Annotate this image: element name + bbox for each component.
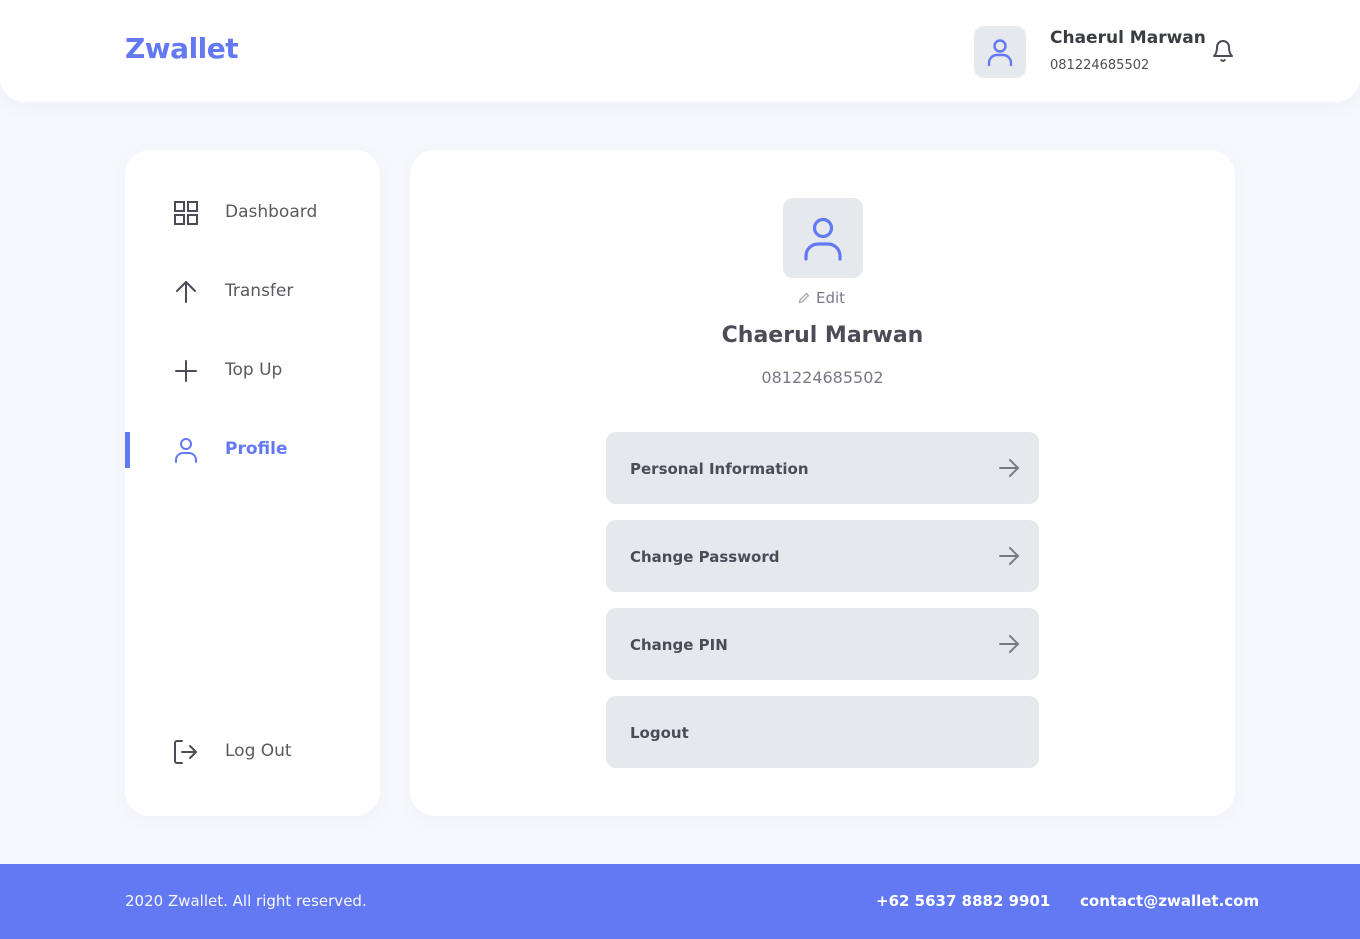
top-header: Zwallet Chaerul Marwan 081224685502 xyxy=(0,0,1360,102)
sidebar-item-dashboard[interactable]: Dashboard xyxy=(125,195,380,231)
menu-button-label: Personal Information xyxy=(630,460,809,478)
grid-icon xyxy=(174,201,198,225)
arrow-up-icon xyxy=(176,281,196,303)
header-user-name: Chaerul Marwan xyxy=(1050,28,1206,48)
edit-profile-link[interactable]: Edit xyxy=(798,289,845,307)
profile-avatar[interactable] xyxy=(783,198,863,278)
menu-button-label: Change Password xyxy=(630,548,780,566)
sidebar-item-profile[interactable]: Profile xyxy=(125,432,380,468)
personal-information-button[interactable]: Personal Information xyxy=(606,432,1039,504)
bell-icon[interactable] xyxy=(1210,38,1236,66)
arrow-right-icon xyxy=(999,459,1019,477)
sidebar: Dashboard Transfer Top Up Profile Log Ou… xyxy=(125,150,380,816)
sidebar-item-topup[interactable]: Top Up xyxy=(125,353,380,389)
header-user-phone: 081224685502 xyxy=(1050,58,1150,73)
header-avatar[interactable] xyxy=(974,26,1026,78)
change-pin-button[interactable]: Change PIN xyxy=(606,608,1039,680)
profile-name: Chaerul Marwan xyxy=(721,323,924,348)
sidebar-item-label: Log Out xyxy=(225,741,292,761)
menu-button-label: Logout xyxy=(630,724,689,742)
user-icon xyxy=(987,39,1013,67)
plus-icon xyxy=(175,360,197,382)
profile-card: Edit Chaerul Marwan 081224685502 Persona… xyxy=(410,150,1235,816)
user-icon xyxy=(175,438,197,463)
sidebar-item-logout[interactable]: Log Out xyxy=(125,734,380,770)
change-password-button[interactable]: Change Password xyxy=(606,520,1039,592)
footer-email[interactable]: contact@zwallet.com xyxy=(1080,892,1259,910)
logout-button[interactable]: Logout xyxy=(606,696,1039,768)
arrow-right-icon xyxy=(999,547,1019,565)
footer-phone[interactable]: +62 5637 8882 9901 xyxy=(876,892,1050,910)
user-icon xyxy=(804,217,842,261)
pencil-icon xyxy=(798,292,810,304)
edit-label: Edit xyxy=(816,289,846,307)
sidebar-item-label: Dashboard xyxy=(225,202,318,222)
sidebar-item-transfer[interactable]: Transfer xyxy=(125,274,380,310)
menu-button-label: Change PIN xyxy=(630,636,728,654)
copyright-text: 2020 Zwallet. All right reserved. xyxy=(125,892,367,910)
sidebar-item-label: Transfer xyxy=(225,281,294,301)
profile-phone: 081224685502 xyxy=(761,368,884,387)
brand-logo[interactable]: Zwallet xyxy=(125,32,239,65)
arrow-right-icon xyxy=(999,635,1019,653)
sidebar-item-label: Top Up xyxy=(225,360,283,380)
active-indicator xyxy=(125,432,130,468)
logout-icon xyxy=(174,740,197,764)
footer: 2020 Zwallet. All right reserved. +62 56… xyxy=(0,864,1360,939)
sidebar-item-label: Profile xyxy=(225,439,288,459)
